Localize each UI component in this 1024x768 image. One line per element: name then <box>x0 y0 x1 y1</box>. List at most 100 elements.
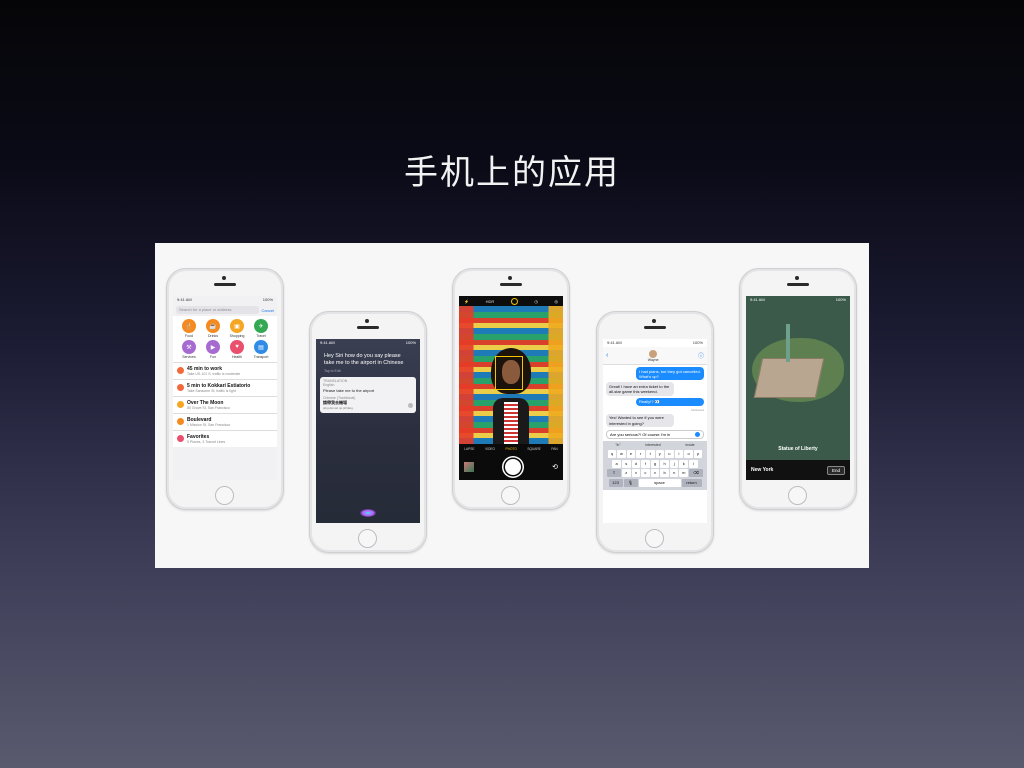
category-food[interactable]: 🍴 Food <box>177 319 201 338</box>
key[interactable]: g <box>650 459 660 468</box>
key[interactable]: y <box>655 450 665 459</box>
category-health[interactable]: ♥ Health <box>225 340 249 359</box>
maps-list-item[interactable]: Over The Moon 80 Grove St, San Francisco <box>173 396 277 413</box>
city-label: New York <box>751 467 774 473</box>
translation-card: TRANSLATION English Please take me to th… <box>320 376 416 413</box>
send-icon[interactable] <box>695 432 700 438</box>
key[interactable]: b <box>660 469 669 478</box>
key[interactable]: a <box>612 459 621 468</box>
home-button[interactable] <box>215 486 234 505</box>
delete-key-icon[interactable]: ⌫ <box>689 469 704 478</box>
info-icon[interactable]: ⓘ <box>698 351 704 360</box>
live-photo-icon[interactable] <box>510 297 518 305</box>
maps-cancel-button[interactable]: Cancel <box>262 308 274 313</box>
key[interactable]: s <box>621 459 631 468</box>
iphone-siri: 9:41 AM 100% Hey Siri how do you say ple… <box>309 311 427 553</box>
category-label: Services <box>182 355 196 359</box>
category-drinks[interactable]: ☕ Drinks <box>201 319 225 338</box>
key[interactable]: r <box>636 450 645 459</box>
back-chevron-icon[interactable]: ‹ <box>606 352 608 359</box>
category-travel[interactable]: ✈ Travel <box>249 319 273 338</box>
mode-pano[interactable]: PAN <box>551 447 557 451</box>
key[interactable]: f <box>641 459 650 468</box>
shift-key-icon[interactable]: ⇧ <box>606 469 621 478</box>
siri-screen: 9:41 AM 100% Hey Siri how do you say ple… <box>316 339 420 523</box>
mode-video[interactable]: VIDEO <box>485 447 495 451</box>
flash-icon[interactable]: ⚡ <box>464 299 469 304</box>
list-item-subtitle: Take Sansome St, traffic is light <box>187 389 236 393</box>
filter-icon[interactable]: ◎ <box>554 299 558 304</box>
space-key[interactable]: space <box>638 478 681 487</box>
mode-lapse[interactable]: LAPSE <box>464 447 474 451</box>
iphone-maps: 9:41 AM 100% Search for a place or addre… <box>166 268 284 510</box>
status-bar: 9:41 AM 100% <box>746 296 850 304</box>
return-key[interactable]: return <box>681 478 702 487</box>
message-compose-field[interactable]: Are you serious?! Of course I'm in <box>606 430 704 440</box>
play-icon[interactable] <box>408 402 413 408</box>
key[interactable]: x <box>631 469 641 478</box>
home-button[interactable] <box>788 486 807 505</box>
mode-square[interactable]: SQUARE <box>527 447 540 451</box>
key[interactable]: i <box>674 450 684 459</box>
last-photo-thumbnail[interactable] <box>464 461 474 472</box>
keyboard-row: a s d f g h j k l <box>604 459 706 468</box>
category-fun[interactable]: ▶ Fun <box>201 340 225 359</box>
iphone-camera: ⚡ HDR ◷ ◎ LAPSE VIDEO PHOTO SQUARE PAN ⟲ <box>452 268 570 510</box>
timer-icon[interactable]: ◷ <box>534 299 538 304</box>
category-shopping[interactable]: ▣ Shopping <box>225 319 249 338</box>
home-button[interactable] <box>501 486 520 505</box>
shutter-button[interactable] <box>505 458 522 475</box>
prediction[interactable]: inside <box>685 443 694 447</box>
numbers-key[interactable]: 123 <box>608 478 623 487</box>
maps-list-item[interactable]: 5 min to Kokkari Estiatorio Take Sansome … <box>173 379 277 396</box>
siri-waveform-icon[interactable] <box>360 509 376 517</box>
mode-photo[interactable]: PHOTO <box>506 447 517 451</box>
key[interactable]: m <box>679 469 689 478</box>
key[interactable]: d <box>631 459 641 468</box>
maps-list-item[interactable]: Boulevard 1 Mission St, San Francisco <box>173 413 277 430</box>
microphone-icon[interactable]: 🎙 <box>623 478 638 487</box>
contact-info[interactable]: Wayne <box>648 349 659 362</box>
key[interactable]: k <box>679 459 689 468</box>
key[interactable]: c <box>641 469 650 478</box>
key[interactable]: o <box>684 450 693 459</box>
key[interactable]: w <box>617 450 626 459</box>
tap-to-edit-link[interactable]: Tap to Edit <box>316 368 420 374</box>
home-button[interactable] <box>645 529 664 548</box>
prediction[interactable]: interested <box>645 443 660 447</box>
key[interactable]: j <box>669 459 679 468</box>
category-label: Fun <box>209 355 217 359</box>
hdr-button[interactable]: HDR <box>486 299 495 304</box>
key[interactable]: t <box>645 450 655 459</box>
switch-camera-icon[interactable]: ⟲ <box>552 463 558 471</box>
key[interactable]: q <box>607 450 617 459</box>
key[interactable]: u <box>665 450 674 459</box>
camera-top-bar: ⚡ HDR ◷ ◎ <box>459 296 563 306</box>
maps-list-item[interactable]: Favorites 5 Places, 3 Transit Lines <box>173 430 277 447</box>
camera-viewfinder[interactable] <box>459 306 563 444</box>
key[interactable]: l <box>689 459 698 468</box>
status-time: 9:41 AM <box>607 340 622 345</box>
keyboard-row: 123 🎙 space return <box>604 478 706 487</box>
cup-icon <box>177 401 184 408</box>
home-button[interactable] <box>358 529 377 548</box>
list-item-subtitle: 1 Mission St, San Francisco <box>187 423 231 427</box>
key[interactable]: n <box>669 469 679 478</box>
key[interactable]: v <box>650 469 660 478</box>
front-camera <box>222 276 226 280</box>
slide-title: 手机上的应用 <box>404 153 620 193</box>
key[interactable]: p <box>693 450 703 459</box>
key[interactable]: h <box>660 459 669 468</box>
prediction[interactable]: "in" <box>615 443 620 447</box>
key[interactable]: e <box>626 450 636 459</box>
front-camera <box>652 319 656 323</box>
category-transport[interactable]: ▤ Transport <box>249 340 273 359</box>
status-bar: 9:41 AM 100% <box>316 339 420 347</box>
maps-search-input[interactable]: Search for a place or address <box>176 306 259 314</box>
category-services[interactable]: ⚒ Services <box>177 340 201 359</box>
status-battery: 100% <box>262 297 273 302</box>
flyover-bottom-bar: New York End <box>746 460 850 480</box>
end-button[interactable]: End <box>826 465 845 475</box>
maps-list-item[interactable]: 45 min to work Take US-101 S, traffic is … <box>173 362 277 379</box>
key[interactable]: z <box>621 469 631 478</box>
